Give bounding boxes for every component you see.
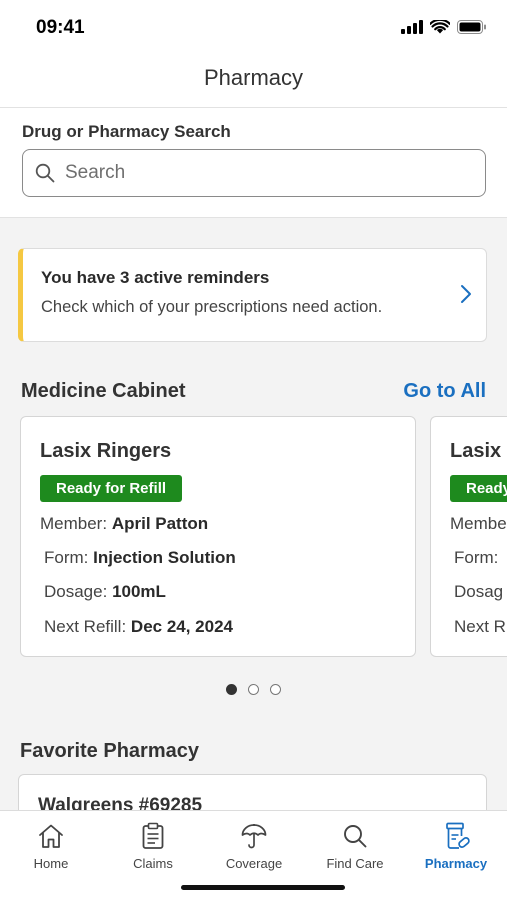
tab-label: Find Care <box>326 856 384 871</box>
search-icon <box>35 163 55 183</box>
reminder-title: You have 3 active reminders <box>41 268 270 287</box>
dosage-label: Dosag <box>454 582 504 601</box>
search-icon <box>344 825 367 848</box>
member-label: Member: <box>40 514 108 533</box>
search-label: Drug or Pharmacy Search <box>22 122 231 141</box>
search-section: Drug or Pharmacy Search <box>0 108 507 218</box>
form-row: Form: Injection Solution <box>44 548 236 568</box>
member-row: Member: April Patton <box>40 514 208 534</box>
refill-row: Next Refill: Dec 24, 2024 <box>44 617 233 637</box>
dosage-row: Dosage: 100mL <box>44 582 166 602</box>
umbrella-icon <box>241 824 267 849</box>
status-bar: 09:41 <box>0 0 507 56</box>
medicine-name: Lasix Ringers <box>40 440 172 462</box>
favorite-pharmacy-title: Favorite Pharmacy <box>20 740 199 762</box>
status-badge: Ready <box>450 475 507 502</box>
tab-coverage[interactable]: Coverage <box>204 821 304 871</box>
home-icon <box>39 824 63 848</box>
go-to-all-link[interactable]: Go to All <box>403 380 486 403</box>
clipboard-icon <box>142 822 164 849</box>
reminder-text: Check which of your prescriptions need a… <box>41 298 383 316</box>
carousel-pager <box>0 684 507 695</box>
tab-label: Home <box>33 856 69 871</box>
dosage-label: Dosage: <box>44 582 108 601</box>
chevron-right-icon <box>461 285 471 303</box>
pager-dot-2[interactable] <box>248 684 259 695</box>
form-label: Form: <box>44 548 89 567</box>
tab-claims[interactable]: Claims <box>103 821 203 871</box>
cellular-signal-icon <box>401 20 423 34</box>
refill-label: Next R <box>454 617 506 636</box>
tab-label: Pharmacy <box>424 856 488 871</box>
home-indicator <box>181 885 345 890</box>
search-box[interactable] <box>22 149 486 197</box>
reminder-card[interactable]: You have 3 active reminders Check which … <box>18 248 487 342</box>
tab-home[interactable]: Home <box>1 821 101 871</box>
pill-bottle-icon <box>446 822 470 849</box>
form-value: Injection Solution <box>93 548 236 567</box>
wifi-icon <box>430 20 450 34</box>
page-title: Pharmacy <box>203 65 304 90</box>
status-time: 09:41 <box>36 17 85 38</box>
medicine-card[interactable]: Lasix Ringers Ready for Refill Member: A… <box>20 416 416 657</box>
medicine-cabinet-title: Medicine Cabinet <box>21 380 186 402</box>
refill-value: Dec 24, 2024 <box>130 617 234 636</box>
form-label: Form: <box>454 548 499 567</box>
tab-find-care[interactable]: Find Care <box>305 821 405 871</box>
dosage-value: 100mL <box>112 582 166 601</box>
refill-label: Next Refill: <box>44 617 127 636</box>
search-input[interactable] <box>65 162 445 184</box>
tab-label: Claims <box>133 856 173 871</box>
nav-header: Pharmacy <box>0 56 507 108</box>
tab-pharmacy[interactable]: Pharmacy <box>406 821 506 871</box>
tab-label: Coverage <box>225 856 283 871</box>
member-label: Membe <box>450 514 507 533</box>
member-value: April Patton <box>111 514 209 533</box>
tab-bar: Home Claims Coverage Find Care Pharmacy <box>0 810 507 900</box>
battery-icon <box>457 20 486 34</box>
pager-dot-1[interactable] <box>226 684 237 695</box>
medicine-card-peek[interactable]: Lasix R Ready Membe Form: Dosag Next R <box>430 416 507 657</box>
medicine-name: Lasix R <box>450 440 507 462</box>
status-icons <box>401 20 487 34</box>
status-badge: Ready for Refill <box>40 475 183 502</box>
pager-dot-3[interactable] <box>270 684 281 695</box>
